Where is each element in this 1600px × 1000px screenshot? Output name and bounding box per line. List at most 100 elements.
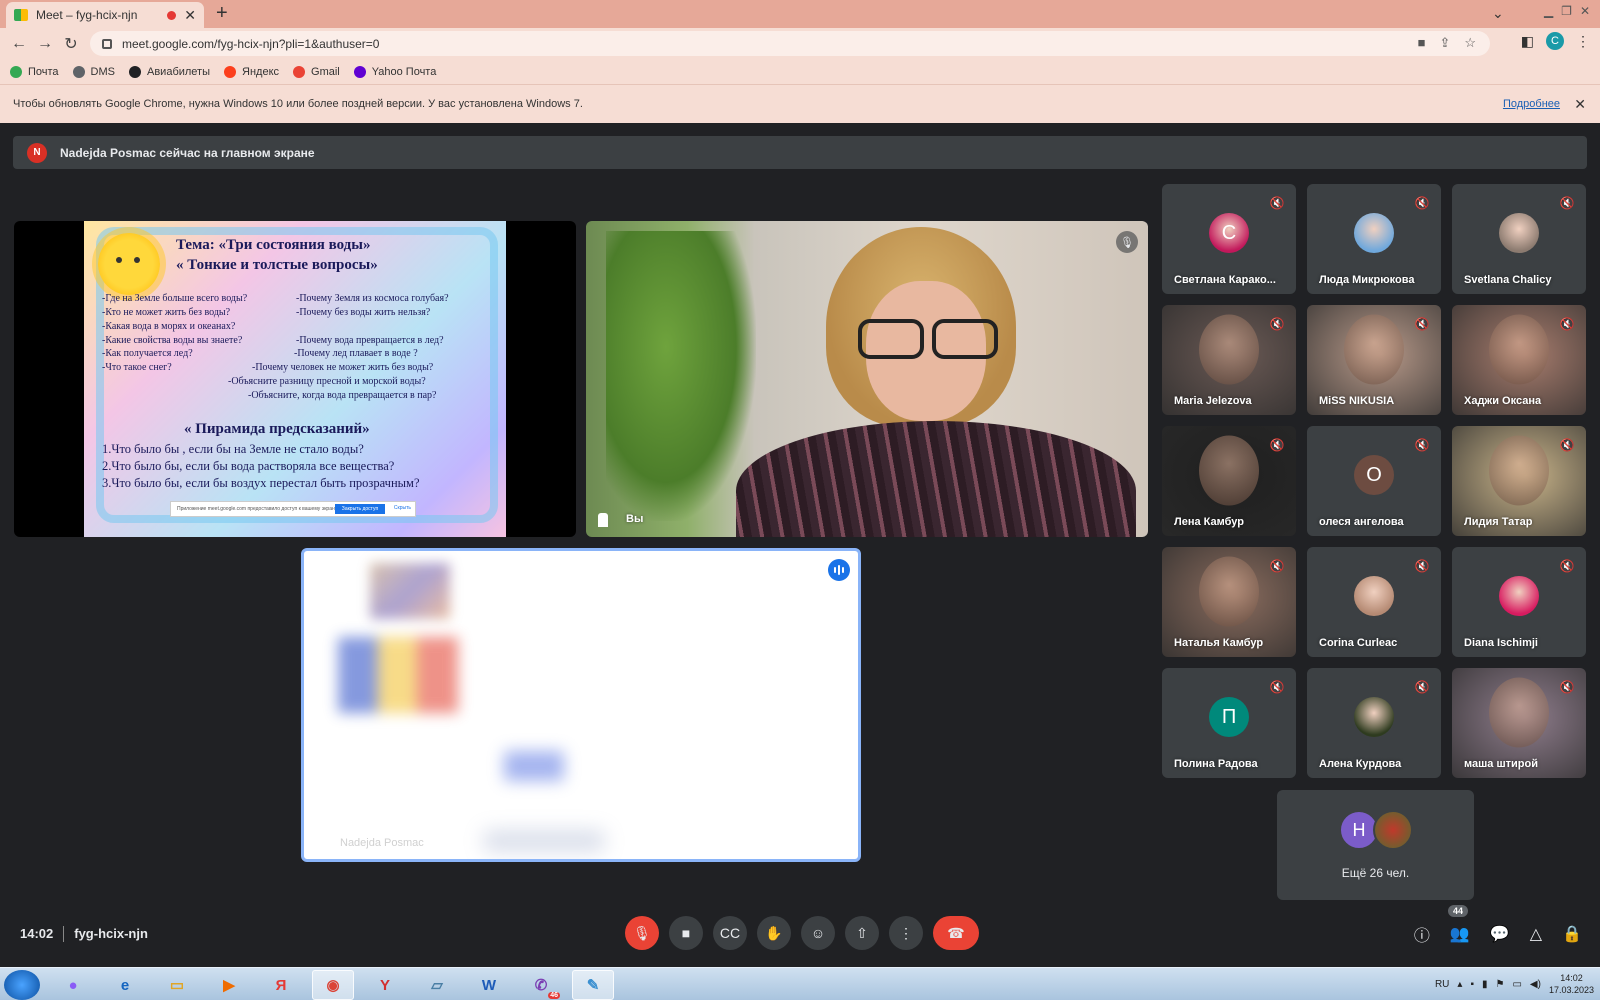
yandex-icon[interactable]: Y — [364, 970, 406, 1000]
tab-title: Meet – fyg-hcix-njn — [36, 8, 138, 22]
new-tab-button[interactable]: + — [216, 2, 228, 25]
file-explorer-icon[interactable]: ▭ — [156, 970, 198, 1000]
close-tab-icon[interactable]: ✕ — [184, 7, 196, 24]
participant-avatar — [1354, 697, 1394, 737]
shared-screen-tile[interactable]: Тема: «Три состояния воды» « Тонкие и то… — [14, 221, 576, 537]
participant-avatar-letter: П — [1209, 697, 1249, 737]
more-options-button[interactable]: ⋮ — [889, 916, 923, 950]
window-close-icon[interactable]: ✕ — [1580, 4, 1590, 18]
participant-name: Corina Curleac — [1319, 637, 1398, 649]
host-controls-icon[interactable]: 🔒 — [1562, 924, 1582, 944]
chat-icon[interactable]: 💬 — [1490, 924, 1510, 944]
hide-notice-link[interactable]: Скрыть — [394, 505, 411, 511]
network-icon[interactable]: ▮ — [1482, 979, 1488, 990]
profile-avatar[interactable]: C — [1546, 32, 1564, 50]
slide-question: -Почему Земля из космоса голубая? — [296, 293, 449, 304]
slide-question: -Объясните, когда вода превращается в па… — [248, 390, 437, 401]
tray-arrow-icon[interactable]: ▴ — [1457, 979, 1462, 990]
participant-name: Люда Микрюкова — [1319, 274, 1415, 286]
address-bar[interactable]: meet.google.com/fyg-hcix-njn?pli=1&authu… — [90, 31, 1490, 56]
slide-question: -Кто не может жить без воды? — [102, 307, 231, 318]
camera-in-use-icon[interactable]: ■ — [1418, 35, 1426, 51]
participant-tile[interactable]: О 🔇 олеся ангелова — [1307, 426, 1441, 536]
bookmark-item[interactable]: Почта — [10, 65, 59, 78]
participant-tile[interactable]: 🔇 Maria Jelezova — [1162, 305, 1296, 415]
infobar-close-icon[interactable]: ✕ — [1574, 96, 1586, 113]
participant-tile[interactable]: П 🔇 Полина Радова — [1162, 668, 1296, 778]
update-infobar: Чтобы обновлять Google Chrome, нужна Win… — [0, 84, 1600, 123]
slide-question: -Где на Земле больше всего воды? — [102, 293, 248, 304]
participant-video — [1344, 314, 1404, 385]
flag-icon[interactable]: ⚑ — [1496, 979, 1505, 990]
bookmark-item[interactable]: Yahoo Почта — [353, 65, 436, 78]
participant-tile[interactable]: 🔇 Diana Ischimji — [1452, 547, 1586, 657]
people-icon[interactable]: 👥 — [1450, 924, 1470, 944]
system-clock[interactable]: 14:02 17.03.2023 — [1549, 972, 1594, 996]
windows-taskbar: ● e ▭ ▶ Я ◉ Y ▱ W ✆ 46 ✎ RU ▴ ▪ ▮ ⚑ ▭ ◀) … — [0, 967, 1600, 1000]
forward-icon[interactable]: → — [32, 35, 58, 53]
raise-hand-button[interactable]: ✋ — [757, 916, 791, 950]
media-player-icon[interactable]: ▶ — [208, 970, 250, 1000]
activities-icon[interactable]: △ — [1530, 924, 1542, 944]
viber-icon[interactable]: ✆ 46 — [520, 970, 562, 1000]
bookmark-item[interactable]: Авиабилеты — [129, 65, 210, 78]
volume-icon[interactable]: ◀) — [1530, 979, 1541, 990]
camera-toggle-button[interactable]: ■ — [669, 916, 703, 950]
lock-icon[interactable] — [102, 38, 112, 49]
presenter-video-tile[interactable]: Nadejda Posmac — [301, 548, 861, 862]
share-icon[interactable]: ⇪ — [1439, 35, 1450, 51]
participant-tile[interactable]: 🔇 Алена Курдова — [1307, 668, 1441, 778]
leave-call-button[interactable]: ☎ — [933, 916, 979, 950]
restore-icon[interactable]: ❐ — [1561, 4, 1572, 18]
mic-toggle-button[interactable]: 🎙 — [625, 916, 659, 950]
self-video-tile[interactable]: 🎙 Вы — [586, 221, 1148, 537]
participant-name: Лена Камбур — [1174, 516, 1244, 528]
participant-tile[interactable]: 🔇 Corina Curleac — [1307, 547, 1441, 657]
reload-icon[interactable]: ↻ — [58, 34, 84, 54]
back-icon[interactable]: ← — [6, 35, 32, 53]
alice-app-icon[interactable]: ● — [52, 970, 94, 1000]
participant-tile[interactable]: 🔇 Наталья Камбур — [1162, 547, 1296, 657]
bookmark-item[interactable]: DMS — [72, 65, 115, 78]
meeting-details-icon[interactable]: ⓘ — [1414, 922, 1430, 946]
pyramid-question: 3.Что было бы, если бы воздух перестал б… — [102, 476, 420, 490]
captions-button[interactable]: CC — [713, 916, 747, 950]
more-participants-tile[interactable]: Н Ещё 26 чел. — [1277, 790, 1474, 900]
mic-off-icon: 🔇 — [1414, 559, 1430, 573]
side-panel-icon[interactable]: ◧ — [1521, 33, 1534, 50]
participant-tile[interactable]: 🔇 Лена Камбур — [1162, 426, 1296, 536]
yandex-browser-icon[interactable]: Я — [260, 970, 302, 1000]
participant-tile[interactable]: 🔇 маша штирой — [1452, 668, 1586, 778]
bookmark-item[interactable]: Яндекс — [224, 65, 279, 78]
stop-sharing-button[interactable]: Закрыть доступ — [335, 504, 385, 514]
bookmark-star-icon[interactable]: ☆ — [1464, 35, 1476, 51]
bookmark-item[interactable]: Gmail — [293, 65, 340, 78]
language-indicator[interactable]: RU — [1435, 979, 1449, 990]
chrome-icon[interactable]: ◉ — [312, 970, 354, 1000]
participant-tile[interactable]: 🔇 Хаджи Оксана — [1452, 305, 1586, 415]
more-avatar-photo — [1373, 810, 1413, 850]
pin-icon[interactable] — [598, 513, 608, 527]
participant-tile[interactable]: 🔇 Svetlana Chalicy — [1452, 184, 1586, 294]
word-icon[interactable]: W — [468, 970, 510, 1000]
infobar-more-link[interactable]: Подробнее — [1503, 98, 1560, 110]
display-icon[interactable]: ▭ — [1512, 979, 1521, 990]
participant-tile[interactable]: C 🔇 Светлана Каракo... — [1162, 184, 1296, 294]
app-icon[interactable]: ▱ — [416, 970, 458, 1000]
reactions-button[interactable]: ☺ — [801, 916, 835, 950]
internet-explorer-icon[interactable]: e — [104, 970, 146, 1000]
start-button[interactable] — [4, 970, 40, 1000]
menu-kebab-icon[interactable]: ⋮ — [1576, 33, 1590, 50]
tray-app-icon[interactable]: ▪ — [1470, 979, 1474, 990]
paint-icon[interactable]: ✎ — [572, 970, 614, 1000]
browser-tab[interactable]: Meet – fyg-hcix-njn ✕ — [6, 2, 204, 28]
participant-tile[interactable]: 🔇 MiSS NIKUSIA — [1307, 305, 1441, 415]
participant-tile[interactable]: 🔇 Люда Микрюкова — [1307, 184, 1441, 294]
mic-off-icon: 🔇 — [1414, 438, 1430, 452]
present-button[interactable]: ⇧ — [845, 916, 879, 950]
slide-question: -Какая вода в морях и океанах? — [102, 321, 236, 332]
minimize-icon[interactable]: ▁ — [1544, 4, 1553, 18]
bookmark-label: Gmail — [311, 65, 340, 78]
participant-tile[interactable]: 🔇 Лидия Татар — [1452, 426, 1586, 536]
tab-search-icon[interactable]: ⌄ — [1492, 5, 1504, 22]
